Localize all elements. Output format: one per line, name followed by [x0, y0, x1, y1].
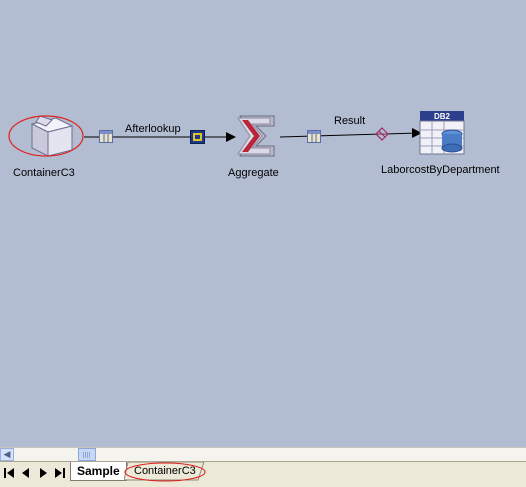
- next-tab-button[interactable]: [36, 466, 50, 480]
- link-result-source-connector[interactable]: [307, 130, 321, 143]
- link-afterlookup-target-connector[interactable]: [190, 130, 205, 144]
- tab-containerc3-wrapper[interactable]: ContainerC3: [124, 462, 210, 484]
- table-link-icon: [307, 130, 321, 143]
- link-result-line: [279, 132, 419, 138]
- table-link-icon: [99, 130, 113, 143]
- laborcost-node-label: LaborcostByDepartment: [381, 164, 500, 176]
- tab-sample[interactable]: Sample: [70, 462, 127, 481]
- horizontal-scrollbar[interactable]: ◀: [0, 447, 526, 462]
- transform-link-icon: [190, 130, 205, 144]
- scroll-left-button[interactable]: ◀: [0, 448, 14, 461]
- link-layer: [84, 128, 422, 142]
- container-node-label: ContainerC3: [13, 167, 75, 179]
- container-node[interactable]: [8, 114, 86, 160]
- container-box-icon: [8, 115, 84, 157]
- laborcost-node[interactable]: DB2: [418, 110, 466, 156]
- aggregate-node-label: Aggregate: [228, 167, 279, 179]
- first-icon: [4, 468, 14, 478]
- next-icon: [40, 468, 47, 478]
- link-result-label[interactable]: Result: [334, 115, 365, 127]
- link-result-target-connector[interactable]: [375, 127, 389, 141]
- last-icon: [55, 468, 65, 478]
- link-afterlookup-label[interactable]: Afterlookup: [125, 123, 181, 135]
- last-tab-button[interactable]: [53, 466, 67, 480]
- tab-bar: Sample ContainerC3: [0, 461, 526, 487]
- diamond-link-icon: [375, 127, 389, 141]
- scroll-thumb[interactable]: [78, 448, 96, 461]
- first-tab-button[interactable]: [2, 466, 16, 480]
- previous-tab-button[interactable]: [19, 466, 33, 480]
- db2-table-icon: DB2: [419, 111, 465, 155]
- tab-containerc3[interactable]: ContainerC3: [134, 465, 196, 477]
- sigma-aggregate-icon: [237, 115, 275, 157]
- job-design-canvas[interactable]: ContainerC3 Afterlookup Aggregate Result…: [0, 0, 526, 447]
- previous-icon: [22, 468, 29, 478]
- link-afterlookup-source-connector[interactable]: [99, 130, 113, 143]
- aggregate-node[interactable]: [234, 112, 278, 160]
- db2-badge-text: DB2: [434, 112, 451, 121]
